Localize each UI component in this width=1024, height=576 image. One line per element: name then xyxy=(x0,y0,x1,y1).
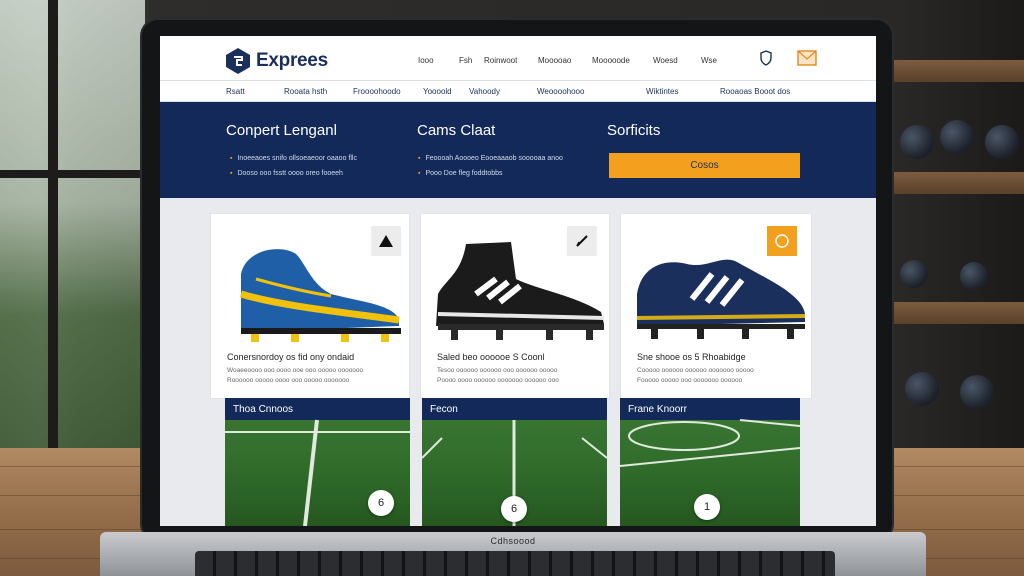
field-preview[interactable]: Frane Knoorr 1 xyxy=(620,398,800,526)
window-background xyxy=(0,0,145,450)
mail-icon[interactable] xyxy=(797,50,817,66)
laptop-brand-label: Cdhsoood xyxy=(490,536,536,546)
hero-column-title: Cams Claat xyxy=(417,122,496,139)
hero-column-title: Sorficits xyxy=(607,122,661,139)
hero-bullet: ▪ Feoooah Aoooeo Eooeaaaob sooooaa anoo xyxy=(418,155,563,162)
product-card[interactable]: Conersnordoy os fid ony ondaid Woaeeoooo… xyxy=(210,213,410,399)
shelf xyxy=(892,302,1024,324)
category-link[interactable]: Wiktintes xyxy=(646,87,678,96)
hero-bullet: ▪ Pooo Doe fleg foddtobbs xyxy=(418,170,503,177)
product-title[interactable]: Saled beo oooooe S Coonl xyxy=(437,352,545,362)
laptop-keyboard xyxy=(195,551,835,576)
browser-screen: Exprees Iooo Fsh Roinwoot Mooooao Mooooo… xyxy=(160,36,876,526)
hero-bullet: ▪ Inoeeaoes snifo ollsoeaeoor oaaoo fllc xyxy=(230,155,357,162)
window-frame xyxy=(0,170,145,178)
shelf xyxy=(892,60,1024,82)
logo-icon xyxy=(226,48,250,74)
product-title[interactable]: Sne shooe os 5 Rhoabidge xyxy=(637,352,746,362)
dumbbell xyxy=(905,372,939,406)
product-description: Roooooo ooooo oooo ooo ooooo ooooooo xyxy=(227,377,350,384)
product-description: Poooo oooo oooooo ooooooo oooooo ooo xyxy=(437,377,559,384)
dumbbell xyxy=(985,125,1019,159)
field-preview[interactable]: Thoa Cnnoos 6 xyxy=(225,398,410,526)
nav-link[interactable]: Roinwoot xyxy=(484,56,517,65)
hero-column-title: Conpert Lenganl xyxy=(226,122,337,139)
product-description: Fooooo ooooo ooo ooooooo oooooo xyxy=(637,377,743,384)
category-link[interactable]: Rooata hsth xyxy=(284,87,327,96)
nav-link[interactable]: Woesd xyxy=(653,56,678,65)
hero-banner: Conpert Lenganl ▪ Inoeeaoes snifo ollsoea… xyxy=(160,102,876,198)
dumbbell xyxy=(960,262,988,290)
category-link[interactable]: Froooohoodo xyxy=(353,87,401,96)
shield-icon[interactable] xyxy=(760,50,772,66)
product-description: Tesoo oooooo oooooo ooo oooooo ooooo xyxy=(437,367,558,374)
brand-logo-text[interactable]: Exprees xyxy=(256,50,328,72)
category-link[interactable]: Vahoody xyxy=(469,87,500,96)
category-link[interactable]: Yoooold xyxy=(423,87,452,96)
field-marker[interactable]: 6 xyxy=(501,496,527,522)
field-preview[interactable]: Fecon 6 xyxy=(422,398,607,526)
nav-link[interactable]: Mooooao xyxy=(538,56,571,65)
product-description: Woaeeoooo ooo oooo ooe ooo ooooo ooooooo xyxy=(227,367,364,374)
dumbbell xyxy=(960,375,994,409)
hero-bullet: ▪ Dooso ooo fsstt oooo oreo fooeeh xyxy=(230,170,343,177)
shelf xyxy=(892,172,1024,194)
nav-link[interactable]: Iooo xyxy=(418,56,434,65)
category-link[interactable]: Rsatt xyxy=(226,87,245,96)
boot-image xyxy=(239,249,401,342)
product-card[interactable]: Sne shooe os 5 Rhoabidge Cooooo oooooo o… xyxy=(620,213,812,399)
cta-button[interactable]: Cosos xyxy=(609,153,800,178)
site-header: Exprees Iooo Fsh Roinwoot Mooooao Mooooo… xyxy=(160,36,876,80)
dumbbell xyxy=(940,120,974,154)
nav-link[interactable]: Mooooode xyxy=(592,56,630,65)
nav-link[interactable]: Fsh xyxy=(459,56,472,65)
field-marker[interactable]: 6 xyxy=(368,490,394,516)
field-marker[interactable]: 1 xyxy=(694,494,720,520)
window-frame xyxy=(48,0,58,450)
dumbbell xyxy=(900,125,934,159)
nav-link[interactable]: Wse xyxy=(701,56,717,65)
category-link[interactable]: Weoooohooo xyxy=(537,87,584,96)
dumbbell xyxy=(900,260,928,288)
product-description: Cooooo oooooo oooooo ooooooo ooooo xyxy=(637,367,754,374)
product-card[interactable]: Saled beo oooooe S Coonl Tesoo oooooo oo… xyxy=(420,213,610,399)
category-link[interactable]: Rooaoas Booot dos xyxy=(720,87,790,96)
product-title[interactable]: Conersnordoy os fid ony ondaid xyxy=(227,352,354,362)
boot-image xyxy=(436,242,605,340)
boot-image xyxy=(636,259,806,339)
category-nav: Rsatt Rooata hsth Froooohoodo Yoooold Va… xyxy=(160,80,876,102)
